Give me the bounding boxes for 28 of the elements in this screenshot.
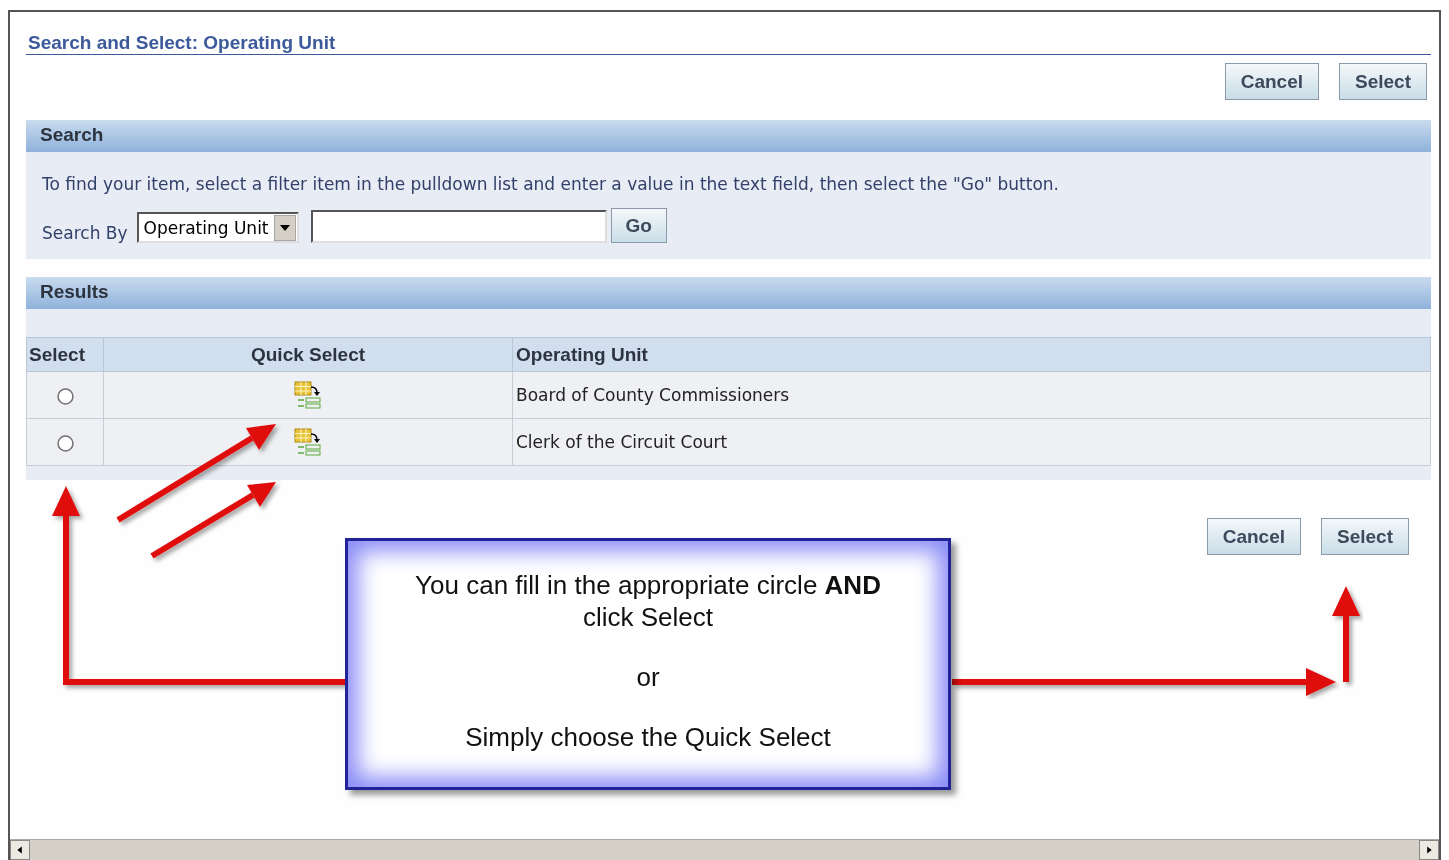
action-button[interactable]: Cancel — [1206, 518, 1301, 555]
scroll-left-icon[interactable] — [10, 840, 30, 860]
action-button[interactable]: Select — [1321, 518, 1409, 555]
page-title: Search and Select: Operating Unit — [28, 32, 336, 53]
table-arrow-icon[interactable] — [294, 428, 322, 456]
dropdown-arrow-icon — [273, 214, 296, 241]
radio-button[interactable] — [56, 434, 74, 452]
callout-text: or — [636, 661, 660, 693]
action-button[interactable]: Select — [1339, 63, 1427, 100]
column-header: Operating Unit — [512, 337, 1431, 372]
search-field[interactable] — [310, 210, 607, 243]
table-cell: Clerk of the Circuit Court — [512, 418, 1431, 466]
go-button[interactable]: Go — [610, 208, 667, 243]
section-header: Search — [26, 120, 1431, 152]
callout-text: Simply choose the Quick Select — [465, 721, 831, 753]
horizontal-scrollbar[interactable] — [10, 839, 1439, 860]
section-header: Results — [26, 277, 1431, 309]
column-header: Select — [26, 337, 104, 372]
instructions-text: To find your item, select a filter item in the pulldown list and enter a value in the text field, then select the "Go" button. — [42, 174, 1060, 194]
search-by-label: Search By — [42, 223, 128, 243]
table-cell: Board of County Commissioners — [512, 371, 1431, 419]
column-header: Quick Select — [103, 337, 513, 372]
action-button[interactable]: Cancel — [1224, 63, 1319, 100]
radio-button[interactable] — [56, 387, 74, 405]
callout-text: You can fill in the appropriate circle AND click Select — [414, 569, 882, 633]
table-arrow-icon[interactable] — [294, 381, 322, 409]
filter-dropdown[interactable]: Operating Unit — [136, 212, 299, 243]
scroll-right-icon[interactable] — [1419, 840, 1439, 860]
